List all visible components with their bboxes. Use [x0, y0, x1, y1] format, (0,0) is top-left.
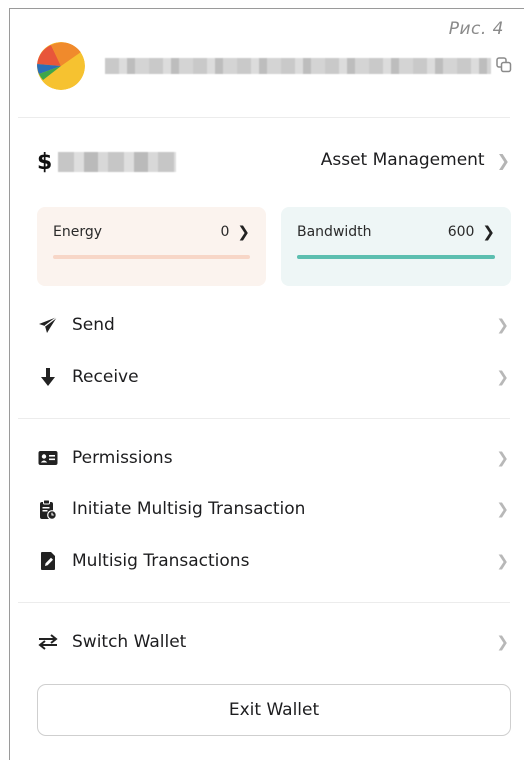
chevron-right-icon: ❯	[496, 316, 509, 334]
copy-icon[interactable]	[495, 56, 513, 74]
asset-management-link[interactable]: Asset Management ❯	[321, 150, 510, 170]
bandwidth-progress-bar	[297, 255, 495, 259]
menu-item-label: Initiate Multisig Transaction	[72, 499, 306, 519]
wallet-avatar-icon[interactable]	[37, 42, 85, 90]
asset-management-label: Asset Management	[320, 150, 485, 170]
energy-progress-bar	[53, 255, 250, 259]
chevron-right-icon: ❯	[237, 223, 250, 241]
menu-item-label: Receive	[72, 367, 139, 387]
menu-item-multisig-transactions[interactable]: Multisig Transactions ❯	[37, 544, 511, 578]
divider	[18, 117, 510, 118]
energy-value: 0	[220, 224, 230, 240]
bandwidth-card[interactable]: Bandwidth 600 ❯	[281, 207, 511, 286]
chevron-right-icon: ❯	[496, 150, 510, 170]
menu-item-label: Multisig Transactions	[72, 551, 250, 571]
menu-item-send[interactable]: Send ❯	[37, 308, 511, 342]
menu-item-label: Send	[72, 315, 115, 335]
menu-item-switch-wallet[interactable]: Switch Wallet ❯	[37, 625, 511, 659]
clipboard-clock-icon	[37, 498, 59, 520]
balance-hidden-value	[58, 152, 177, 172]
energy-card[interactable]: Energy 0 ❯	[37, 207, 266, 286]
wallet-address	[105, 58, 491, 74]
divider	[18, 418, 510, 419]
menu-item-receive[interactable]: Receive ❯	[37, 360, 511, 394]
bandwidth-value: 600	[447, 224, 475, 240]
menu-item-label: Permissions	[72, 448, 173, 468]
chevron-right-icon: ❯	[496, 500, 509, 518]
chevron-right-icon: ❯	[482, 223, 495, 241]
arrow-down-icon	[37, 366, 59, 388]
chevron-right-icon: ❯	[496, 368, 509, 386]
bandwidth-label: Bandwidth	[297, 224, 372, 240]
bandwidth-progress-fill	[297, 255, 495, 259]
balance-amount: $	[37, 146, 177, 178]
menu-item-permissions[interactable]: Permissions ❯	[37, 441, 511, 475]
chevron-right-icon: ❯	[496, 552, 509, 570]
chevron-right-icon: ❯	[496, 633, 509, 651]
currency-symbol: $	[37, 149, 53, 175]
menu-item-initiate-multisig[interactable]: Initiate Multisig Transaction ❯	[37, 492, 511, 526]
chevron-right-icon: ❯	[496, 449, 509, 467]
wallet-header	[37, 40, 515, 92]
swap-arrows-icon	[37, 631, 59, 653]
paper-plane-icon	[37, 314, 59, 336]
energy-label: Energy	[53, 224, 103, 240]
divider	[18, 602, 510, 603]
id-card-icon	[37, 447, 59, 469]
figure-label: Рис. 4	[448, 19, 504, 39]
menu-item-label: Switch Wallet	[72, 632, 187, 652]
document-edit-icon	[37, 550, 59, 572]
exit-wallet-button[interactable]: Exit Wallet	[37, 684, 511, 736]
